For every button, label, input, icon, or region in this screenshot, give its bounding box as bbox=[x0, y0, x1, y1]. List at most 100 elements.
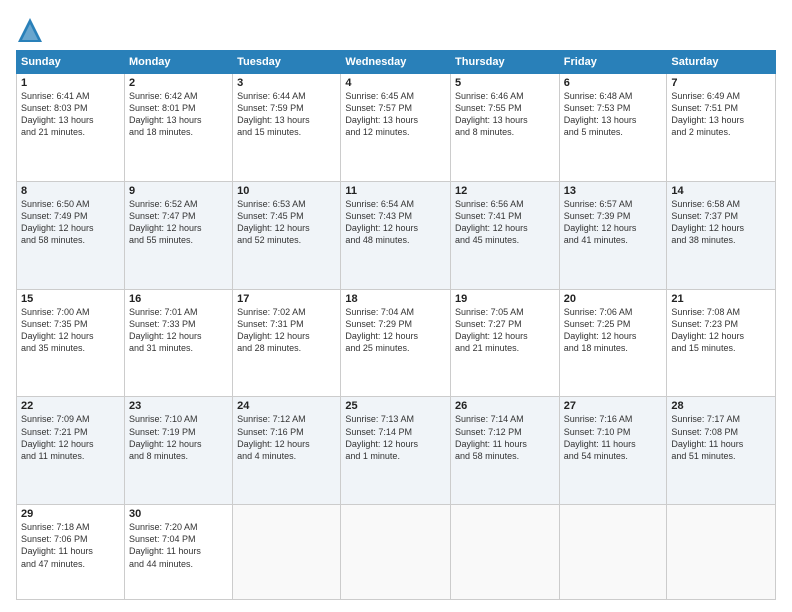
day-info: Sunrise: 6:53 AM Sunset: 7:45 PM Dayligh… bbox=[237, 198, 336, 247]
calendar-cell bbox=[341, 505, 451, 600]
day-number: 27 bbox=[564, 400, 663, 412]
day-number: 22 bbox=[21, 400, 120, 412]
weekday-header-row: SundayMondayTuesdayWednesdayThursdayFrid… bbox=[17, 51, 776, 74]
calendar-cell: 24Sunrise: 7:12 AM Sunset: 7:16 PM Dayli… bbox=[233, 397, 341, 505]
calendar-cell: 2Sunrise: 6:42 AM Sunset: 8:01 PM Daylig… bbox=[124, 74, 232, 182]
calendar-cell: 12Sunrise: 6:56 AM Sunset: 7:41 PM Dayli… bbox=[451, 181, 560, 289]
day-info: Sunrise: 6:49 AM Sunset: 7:51 PM Dayligh… bbox=[671, 90, 771, 139]
day-number: 8 bbox=[21, 185, 120, 197]
day-info: Sunrise: 6:50 AM Sunset: 7:49 PM Dayligh… bbox=[21, 198, 120, 247]
calendar-cell: 11Sunrise: 6:54 AM Sunset: 7:43 PM Dayli… bbox=[341, 181, 451, 289]
day-number: 6 bbox=[564, 77, 663, 89]
calendar-cell: 1Sunrise: 6:41 AM Sunset: 8:03 PM Daylig… bbox=[17, 74, 125, 182]
day-info: Sunrise: 6:42 AM Sunset: 8:01 PM Dayligh… bbox=[129, 90, 228, 139]
day-info: Sunrise: 7:12 AM Sunset: 7:16 PM Dayligh… bbox=[237, 413, 336, 462]
calendar-cell: 13Sunrise: 6:57 AM Sunset: 7:39 PM Dayli… bbox=[559, 181, 667, 289]
weekday-monday: Monday bbox=[124, 51, 232, 74]
calendar-cell: 26Sunrise: 7:14 AM Sunset: 7:12 PM Dayli… bbox=[451, 397, 560, 505]
day-number: 28 bbox=[671, 400, 771, 412]
day-info: Sunrise: 7:00 AM Sunset: 7:35 PM Dayligh… bbox=[21, 306, 120, 355]
day-info: Sunrise: 6:57 AM Sunset: 7:39 PM Dayligh… bbox=[564, 198, 663, 247]
day-number: 14 bbox=[671, 185, 771, 197]
day-info: Sunrise: 7:20 AM Sunset: 7:04 PM Dayligh… bbox=[129, 521, 228, 570]
day-number: 21 bbox=[671, 293, 771, 305]
day-number: 12 bbox=[455, 185, 555, 197]
day-info: Sunrise: 7:16 AM Sunset: 7:10 PM Dayligh… bbox=[564, 413, 663, 462]
day-info: Sunrise: 7:10 AM Sunset: 7:19 PM Dayligh… bbox=[129, 413, 228, 462]
calendar-cell: 21Sunrise: 7:08 AM Sunset: 7:23 PM Dayli… bbox=[667, 289, 776, 397]
logo bbox=[16, 16, 48, 44]
day-info: Sunrise: 7:18 AM Sunset: 7:06 PM Dayligh… bbox=[21, 521, 120, 570]
day-info: Sunrise: 6:56 AM Sunset: 7:41 PM Dayligh… bbox=[455, 198, 555, 247]
day-number: 18 bbox=[345, 293, 446, 305]
day-number: 5 bbox=[455, 77, 555, 89]
day-number: 13 bbox=[564, 185, 663, 197]
week-row-5: 29Sunrise: 7:18 AM Sunset: 7:06 PM Dayli… bbox=[17, 505, 776, 600]
day-number: 9 bbox=[129, 185, 228, 197]
calendar-cell: 19Sunrise: 7:05 AM Sunset: 7:27 PM Dayli… bbox=[451, 289, 560, 397]
day-info: Sunrise: 6:58 AM Sunset: 7:37 PM Dayligh… bbox=[671, 198, 771, 247]
weekday-friday: Friday bbox=[559, 51, 667, 74]
calendar-cell bbox=[451, 505, 560, 600]
day-number: 1 bbox=[21, 77, 120, 89]
day-info: Sunrise: 7:02 AM Sunset: 7:31 PM Dayligh… bbox=[237, 306, 336, 355]
day-info: Sunrise: 6:46 AM Sunset: 7:55 PM Dayligh… bbox=[455, 90, 555, 139]
day-number: 19 bbox=[455, 293, 555, 305]
logo-icon bbox=[16, 16, 44, 44]
calendar-cell: 16Sunrise: 7:01 AM Sunset: 7:33 PM Dayli… bbox=[124, 289, 232, 397]
calendar-cell: 10Sunrise: 6:53 AM Sunset: 7:45 PM Dayli… bbox=[233, 181, 341, 289]
week-row-2: 8Sunrise: 6:50 AM Sunset: 7:49 PM Daylig… bbox=[17, 181, 776, 289]
calendar-cell bbox=[667, 505, 776, 600]
day-number: 16 bbox=[129, 293, 228, 305]
calendar-cell bbox=[559, 505, 667, 600]
day-info: Sunrise: 7:13 AM Sunset: 7:14 PM Dayligh… bbox=[345, 413, 446, 462]
calendar-cell: 18Sunrise: 7:04 AM Sunset: 7:29 PM Dayli… bbox=[341, 289, 451, 397]
day-number: 3 bbox=[237, 77, 336, 89]
week-row-3: 15Sunrise: 7:00 AM Sunset: 7:35 PM Dayli… bbox=[17, 289, 776, 397]
day-number: 7 bbox=[671, 77, 771, 89]
day-info: Sunrise: 6:41 AM Sunset: 8:03 PM Dayligh… bbox=[21, 90, 120, 139]
calendar-cell: 6Sunrise: 6:48 AM Sunset: 7:53 PM Daylig… bbox=[559, 74, 667, 182]
day-number: 20 bbox=[564, 293, 663, 305]
header bbox=[16, 12, 776, 44]
calendar-cell: 8Sunrise: 6:50 AM Sunset: 7:49 PM Daylig… bbox=[17, 181, 125, 289]
calendar-cell: 20Sunrise: 7:06 AM Sunset: 7:25 PM Dayli… bbox=[559, 289, 667, 397]
calendar-cell: 7Sunrise: 6:49 AM Sunset: 7:51 PM Daylig… bbox=[667, 74, 776, 182]
calendar-cell: 28Sunrise: 7:17 AM Sunset: 7:08 PM Dayli… bbox=[667, 397, 776, 505]
day-number: 11 bbox=[345, 185, 446, 197]
weekday-wednesday: Wednesday bbox=[341, 51, 451, 74]
calendar-cell: 29Sunrise: 7:18 AM Sunset: 7:06 PM Dayli… bbox=[17, 505, 125, 600]
calendar-cell: 4Sunrise: 6:45 AM Sunset: 7:57 PM Daylig… bbox=[341, 74, 451, 182]
day-info: Sunrise: 6:52 AM Sunset: 7:47 PM Dayligh… bbox=[129, 198, 228, 247]
calendar-cell bbox=[233, 505, 341, 600]
day-info: Sunrise: 7:09 AM Sunset: 7:21 PM Dayligh… bbox=[21, 413, 120, 462]
day-info: Sunrise: 7:05 AM Sunset: 7:27 PM Dayligh… bbox=[455, 306, 555, 355]
calendar-cell: 14Sunrise: 6:58 AM Sunset: 7:37 PM Dayli… bbox=[667, 181, 776, 289]
day-number: 24 bbox=[237, 400, 336, 412]
day-number: 25 bbox=[345, 400, 446, 412]
day-info: Sunrise: 7:17 AM Sunset: 7:08 PM Dayligh… bbox=[671, 413, 771, 462]
day-info: Sunrise: 6:45 AM Sunset: 7:57 PM Dayligh… bbox=[345, 90, 446, 139]
weekday-thursday: Thursday bbox=[451, 51, 560, 74]
day-number: 29 bbox=[21, 508, 120, 520]
day-number: 4 bbox=[345, 77, 446, 89]
calendar-cell: 17Sunrise: 7:02 AM Sunset: 7:31 PM Dayli… bbox=[233, 289, 341, 397]
day-info: Sunrise: 7:04 AM Sunset: 7:29 PM Dayligh… bbox=[345, 306, 446, 355]
day-number: 15 bbox=[21, 293, 120, 305]
calendar-cell: 25Sunrise: 7:13 AM Sunset: 7:14 PM Dayli… bbox=[341, 397, 451, 505]
page: SundayMondayTuesdayWednesdayThursdayFrid… bbox=[0, 0, 792, 612]
weekday-tuesday: Tuesday bbox=[233, 51, 341, 74]
weekday-saturday: Saturday bbox=[667, 51, 776, 74]
day-number: 2 bbox=[129, 77, 228, 89]
week-row-1: 1Sunrise: 6:41 AM Sunset: 8:03 PM Daylig… bbox=[17, 74, 776, 182]
calendar-cell: 3Sunrise: 6:44 AM Sunset: 7:59 PM Daylig… bbox=[233, 74, 341, 182]
day-number: 17 bbox=[237, 293, 336, 305]
weekday-sunday: Sunday bbox=[17, 51, 125, 74]
day-number: 23 bbox=[129, 400, 228, 412]
calendar-table: SundayMondayTuesdayWednesdayThursdayFrid… bbox=[16, 50, 776, 600]
day-info: Sunrise: 7:06 AM Sunset: 7:25 PM Dayligh… bbox=[564, 306, 663, 355]
week-row-4: 22Sunrise: 7:09 AM Sunset: 7:21 PM Dayli… bbox=[17, 397, 776, 505]
calendar-cell: 27Sunrise: 7:16 AM Sunset: 7:10 PM Dayli… bbox=[559, 397, 667, 505]
day-info: Sunrise: 7:01 AM Sunset: 7:33 PM Dayligh… bbox=[129, 306, 228, 355]
day-number: 10 bbox=[237, 185, 336, 197]
